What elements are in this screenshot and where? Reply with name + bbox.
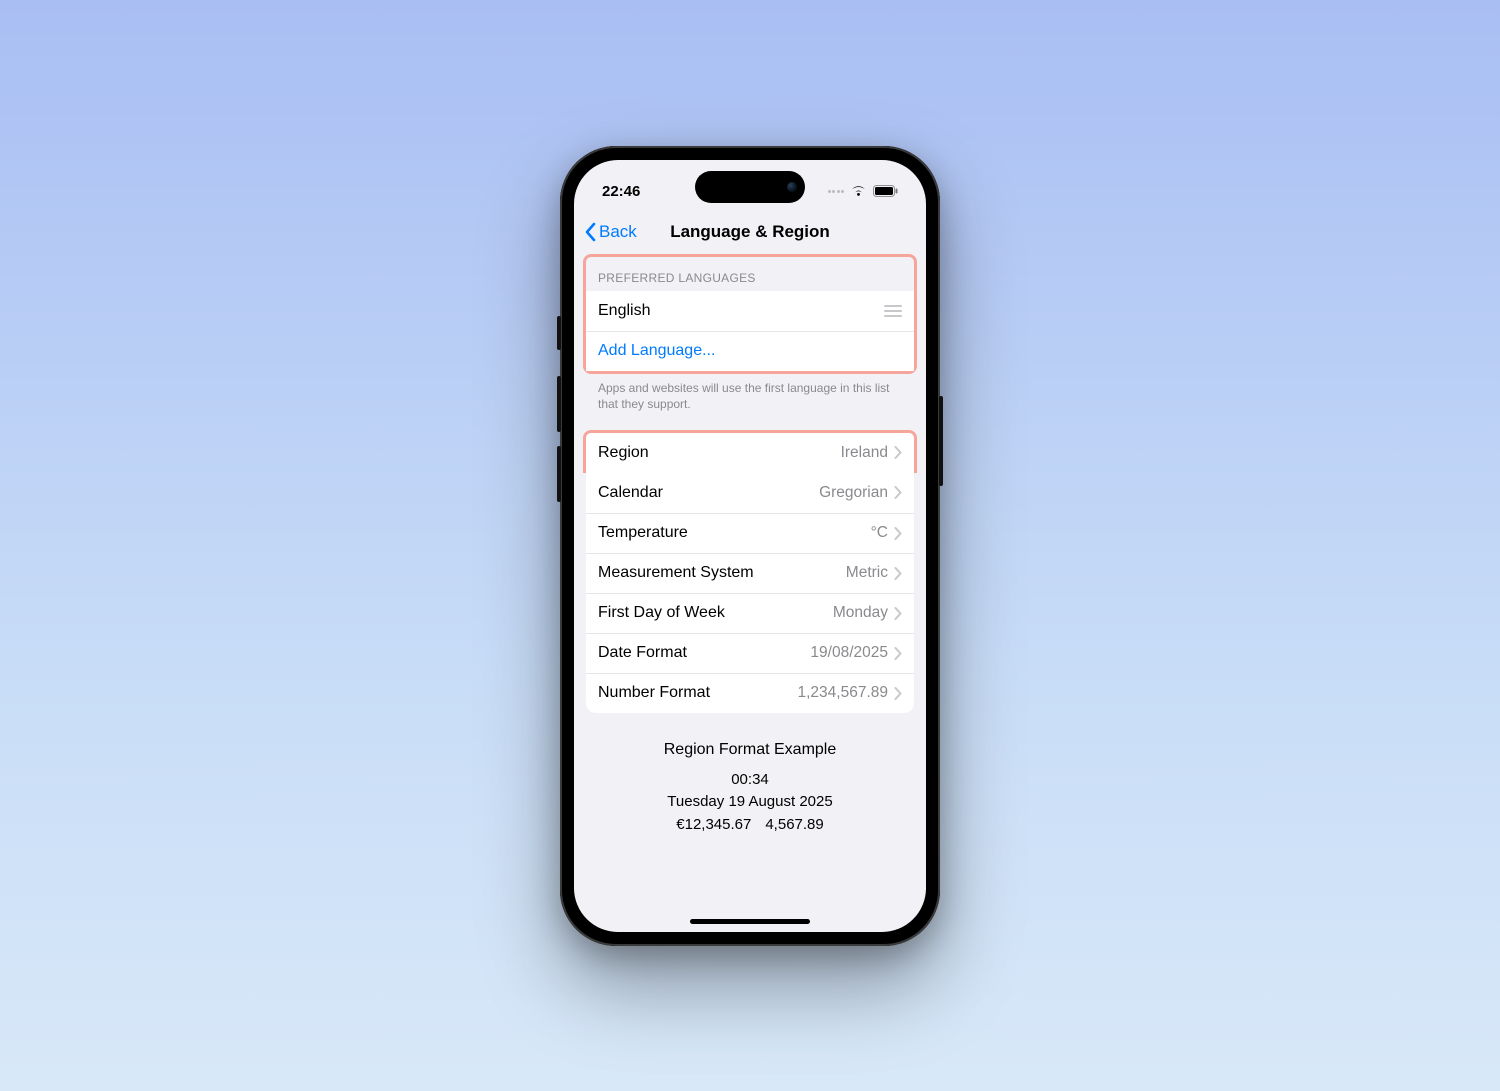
setting-label: First Day of Week: [598, 604, 833, 622]
volume-down-button: [557, 446, 561, 502]
battery-icon: [873, 185, 898, 197]
languages-group: English Add Language...: [586, 291, 914, 371]
example-currency: €12,345.67: [676, 816, 751, 833]
setting-label: Temperature: [598, 524, 871, 542]
chevron-left-icon: [584, 222, 596, 242]
setting-label: Calendar: [598, 484, 819, 502]
chevron-right-icon: [894, 446, 902, 459]
back-button[interactable]: Back: [584, 222, 637, 242]
setting-row-region[interactable]: Region Ireland: [586, 433, 914, 473]
home-indicator[interactable]: [690, 919, 810, 924]
setting-label: Number Format: [598, 684, 797, 702]
region-format-example: Region Format Example 00:34 Tuesday 19 A…: [586, 741, 914, 837]
languages-highlight-box: PREFERRED LANGUAGES English Add Language…: [583, 254, 917, 374]
setting-row-temperature[interactable]: Temperature °C: [586, 513, 914, 553]
setting-label: Measurement System: [598, 564, 846, 582]
setting-value: Gregorian: [819, 484, 888, 502]
setting-label: Date Format: [598, 644, 810, 662]
setting-value: Monday: [833, 604, 888, 622]
setting-value: Metric: [846, 564, 888, 582]
status-time: 22:46: [602, 183, 640, 200]
example-time: 00:34: [586, 769, 914, 792]
setting-value: °C: [871, 524, 888, 542]
power-button: [939, 396, 943, 486]
example-date: Tuesday 19 August 2025: [586, 791, 914, 814]
setting-label: Region: [598, 444, 841, 462]
language-row-english[interactable]: English: [586, 291, 914, 331]
add-language-button[interactable]: Add Language...: [586, 331, 914, 371]
setting-row-first-day[interactable]: First Day of Week Monday: [586, 593, 914, 633]
settings-group: Calendar Gregorian Temperature °C Measur…: [586, 473, 914, 713]
dynamic-island: [695, 171, 805, 203]
region-highlight-box: Region Ireland: [583, 430, 917, 473]
setting-value: Ireland: [841, 444, 888, 462]
settings-group-wrapper: Region Ireland Calendar Gregorian Temper…: [586, 430, 914, 713]
nav-bar: Back Language & Region: [574, 210, 926, 254]
example-number: 4,567.89: [765, 816, 823, 833]
setting-value: 19/08/2025: [810, 644, 888, 662]
phone-frame: 22:46 Back Language & Region: [560, 146, 940, 946]
setting-value: 1,234,567.89: [797, 684, 888, 702]
chevron-right-icon: [894, 527, 902, 540]
silence-switch: [557, 316, 561, 350]
reorder-handle-icon[interactable]: [884, 305, 902, 317]
setting-row-calendar[interactable]: Calendar Gregorian: [586, 473, 914, 513]
languages-section-header: PREFERRED LANGUAGES: [586, 257, 914, 291]
example-title: Region Format Example: [586, 741, 914, 759]
chevron-right-icon: [894, 486, 902, 499]
chevron-right-icon: [894, 567, 902, 580]
phone-screen: 22:46 Back Language & Region: [574, 160, 926, 932]
volume-up-button: [557, 376, 561, 432]
setting-row-number-format[interactable]: Number Format 1,234,567.89: [586, 673, 914, 713]
back-label: Back: [599, 222, 637, 242]
setting-row-measurement[interactable]: Measurement System Metric: [586, 553, 914, 593]
language-name: English: [598, 302, 884, 320]
setting-row-date-format[interactable]: Date Format 19/08/2025: [586, 633, 914, 673]
add-language-label: Add Language...: [598, 342, 902, 360]
front-camera: [787, 182, 797, 192]
chevron-right-icon: [894, 607, 902, 620]
wifi-icon: [850, 185, 867, 197]
cellular-dots-icon: [828, 190, 845, 193]
chevron-right-icon: [894, 687, 902, 700]
chevron-right-icon: [894, 647, 902, 660]
example-amounts: €12,345.67 4,567.89: [586, 814, 914, 837]
languages-section-footer: Apps and websites will use the first lan…: [586, 374, 914, 412]
